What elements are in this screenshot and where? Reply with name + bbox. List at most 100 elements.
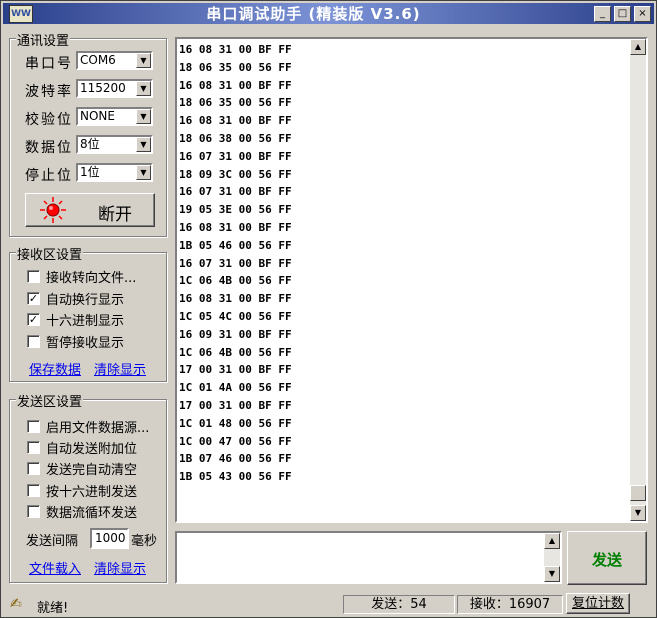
data-bits-value: 8位 bbox=[80, 137, 100, 151]
comm-settings-title: 通讯设置 bbox=[16, 30, 71, 49]
scroll-down-button[interactable]: ▼ bbox=[630, 505, 646, 521]
clear-send-link[interactable]: 清除显示 bbox=[94, 558, 146, 577]
baud-select[interactable]: 115200 ▼ bbox=[76, 79, 153, 98]
connect-button-label: 断开 bbox=[98, 205, 132, 225]
receive-line: 1C 06 4B 00 56 FF bbox=[179, 345, 292, 359]
loop-send-label: 数据流循环发送 bbox=[46, 506, 138, 521]
stop-bits-value: 1位 bbox=[80, 165, 100, 179]
interval-value: 1000 bbox=[95, 531, 126, 545]
checkbox-box[interactable] bbox=[27, 441, 40, 454]
receive-line: 16 08 31 00 BF FF bbox=[179, 78, 292, 92]
scroll-thumb[interactable] bbox=[630, 485, 646, 501]
file-load-link[interactable]: 文件载入 bbox=[29, 558, 81, 577]
auto-clear-label: 发送完自动清空 bbox=[46, 463, 138, 478]
auto-wrap-checkbox[interactable]: ✓ 自动换行显示 bbox=[27, 289, 124, 308]
send-scrollbar[interactable]: ▲ ▼ bbox=[544, 533, 560, 582]
pause-receive-label: 暂停接收显示 bbox=[46, 336, 125, 351]
chevron-down-icon[interactable]: ▼ bbox=[136, 109, 151, 124]
stop-bits-label: 停止位 bbox=[25, 168, 73, 184]
check-icon[interactable]: ✓ bbox=[27, 292, 40, 305]
receive-line: 16 08 31 00 BF FF bbox=[179, 220, 292, 234]
receive-line: 16 09 31 00 BF FF bbox=[179, 327, 292, 341]
chevron-down-icon[interactable]: ▼ bbox=[136, 165, 151, 180]
receive-line: 1B 05 46 00 56 FF bbox=[179, 238, 292, 252]
baud-label: 波特率 bbox=[25, 84, 73, 100]
recv-to-file-checkbox[interactable]: 接收转向文件... bbox=[27, 267, 136, 286]
receive-line: 1C 00 47 00 56 FF bbox=[179, 434, 292, 448]
receive-line: 1B 05 43 00 56 FF bbox=[179, 470, 292, 484]
receive-line: 19 05 3E 00 56 FF bbox=[179, 203, 292, 217]
receive-text: 16 08 31 00 BF FF 18 06 35 00 56 FF 16 08 … bbox=[179, 41, 292, 486]
scroll-up-button[interactable]: ▲ bbox=[630, 39, 646, 55]
receive-line: 16 07 31 00 BF FF bbox=[179, 185, 292, 199]
receive-line: 1C 01 4A 00 56 FF bbox=[179, 381, 292, 395]
sent-count-text: 发送：54 bbox=[371, 597, 427, 612]
checkbox-box[interactable] bbox=[27, 505, 40, 518]
title-bar[interactable]: WW 串口调试助手 (精装版 V3.6) _ □ × bbox=[3, 3, 654, 24]
checkbox-box[interactable] bbox=[27, 462, 40, 475]
ready-status: 就绪! bbox=[37, 601, 69, 616]
receive-line: 18 09 3C 00 56 FF bbox=[179, 167, 292, 181]
app-icon[interactable]: WW bbox=[9, 4, 33, 23]
receive-line: 16 08 31 00 BF FF bbox=[179, 43, 292, 56]
pause-receive-checkbox[interactable]: 暂停接收显示 bbox=[27, 332, 124, 351]
reset-count-label: 复位计数 bbox=[571, 596, 624, 611]
receive-line: 16 07 31 00 BF FF bbox=[179, 256, 292, 270]
receive-line: 1B 07 46 00 56 FF bbox=[179, 452, 292, 466]
save-data-link[interactable]: 保存数据 bbox=[29, 359, 81, 378]
file-source-label: 启用文件数据源... bbox=[46, 421, 150, 436]
port-label: 串口号 bbox=[25, 56, 73, 72]
scroll-down-button[interactable]: ▼ bbox=[544, 566, 560, 582]
port-select[interactable]: COM6 ▼ bbox=[76, 51, 153, 70]
check-icon[interactable]: ✓ bbox=[27, 313, 40, 326]
receive-area[interactable]: 16 08 31 00 BF FF 18 06 35 00 56 FF 16 08 … bbox=[175, 37, 648, 523]
close-button[interactable]: × bbox=[634, 5, 651, 22]
hex-send-label: 按十六进制发送 bbox=[46, 485, 138, 500]
hex-send-checkbox[interactable]: 按十六进制发送 bbox=[27, 481, 137, 500]
receive-line: 18 06 35 00 56 FF bbox=[179, 60, 292, 74]
send-input[interactable]: ▲ ▼ bbox=[175, 531, 562, 584]
clear-receive-link[interactable]: 清除显示 bbox=[94, 359, 146, 378]
minimize-button[interactable]: _ bbox=[594, 5, 611, 22]
hex-display-label: 十六进制显示 bbox=[46, 314, 125, 329]
pencil-icon: ✍ bbox=[10, 596, 22, 612]
hex-display-checkbox[interactable]: ✓ 十六进制显示 bbox=[27, 310, 124, 329]
auto-clear-checkbox[interactable]: 发送完自动清空 bbox=[27, 459, 137, 478]
receive-line: 16 08 31 00 BF FF bbox=[179, 292, 292, 306]
parity-select[interactable]: NONE ▼ bbox=[76, 107, 153, 126]
interval-input[interactable]: 1000 bbox=[90, 528, 129, 549]
status-bar: ✍ 就绪! 发送：54 接收：16907 复位计数 bbox=[1, 593, 656, 616]
send-settings-title: 发送区设置 bbox=[16, 391, 84, 410]
file-source-checkbox[interactable]: 启用文件数据源... bbox=[27, 417, 149, 436]
chevron-down-icon[interactable]: ▼ bbox=[136, 137, 151, 152]
reset-count-button[interactable]: 复位计数 bbox=[566, 593, 630, 614]
maximize-button[interactable]: □ bbox=[614, 5, 631, 22]
status-light-icon bbox=[40, 197, 66, 223]
chevron-down-icon[interactable]: ▼ bbox=[136, 81, 151, 96]
checkbox-box[interactable] bbox=[27, 484, 40, 497]
receive-line: 1C 05 4C 00 56 FF bbox=[179, 309, 292, 323]
checkbox-box[interactable] bbox=[27, 270, 40, 283]
scroll-up-button[interactable]: ▲ bbox=[544, 533, 560, 549]
data-bits-label: 数据位 bbox=[25, 140, 73, 156]
chevron-down-icon[interactable]: ▼ bbox=[136, 53, 151, 68]
checkbox-box[interactable] bbox=[27, 420, 40, 433]
received-count: 接收：16907 bbox=[457, 595, 563, 614]
parity-label: 校验位 bbox=[25, 112, 73, 128]
receive-scrollbar[interactable]: ▲ ▼ bbox=[630, 39, 646, 521]
baud-value: 115200 bbox=[80, 81, 126, 95]
port-value: COM6 bbox=[80, 53, 116, 67]
connect-button[interactable]: 断开 bbox=[25, 193, 155, 227]
window-title: 串口调试助手 (精装版 V3.6) bbox=[206, 5, 421, 23]
receive-line: 1C 01 48 00 56 FF bbox=[179, 416, 292, 430]
receive-line: 16 08 31 00 BF FF bbox=[179, 114, 292, 128]
data-bits-select[interactable]: 8位 ▼ bbox=[76, 135, 153, 154]
loop-send-checkbox[interactable]: 数据流循环发送 bbox=[27, 502, 137, 521]
send-button-label: 发送 bbox=[591, 551, 622, 569]
stop-bits-select[interactable]: 1位 ▼ bbox=[76, 163, 153, 182]
auto-append-checkbox[interactable]: 自动发送附加位 bbox=[27, 438, 137, 457]
auto-append-label: 自动发送附加位 bbox=[46, 442, 138, 457]
send-button[interactable]: 发送 bbox=[567, 531, 647, 585]
receive-line: 1C 06 4B 00 56 FF bbox=[179, 274, 292, 288]
checkbox-box[interactable] bbox=[27, 335, 40, 348]
